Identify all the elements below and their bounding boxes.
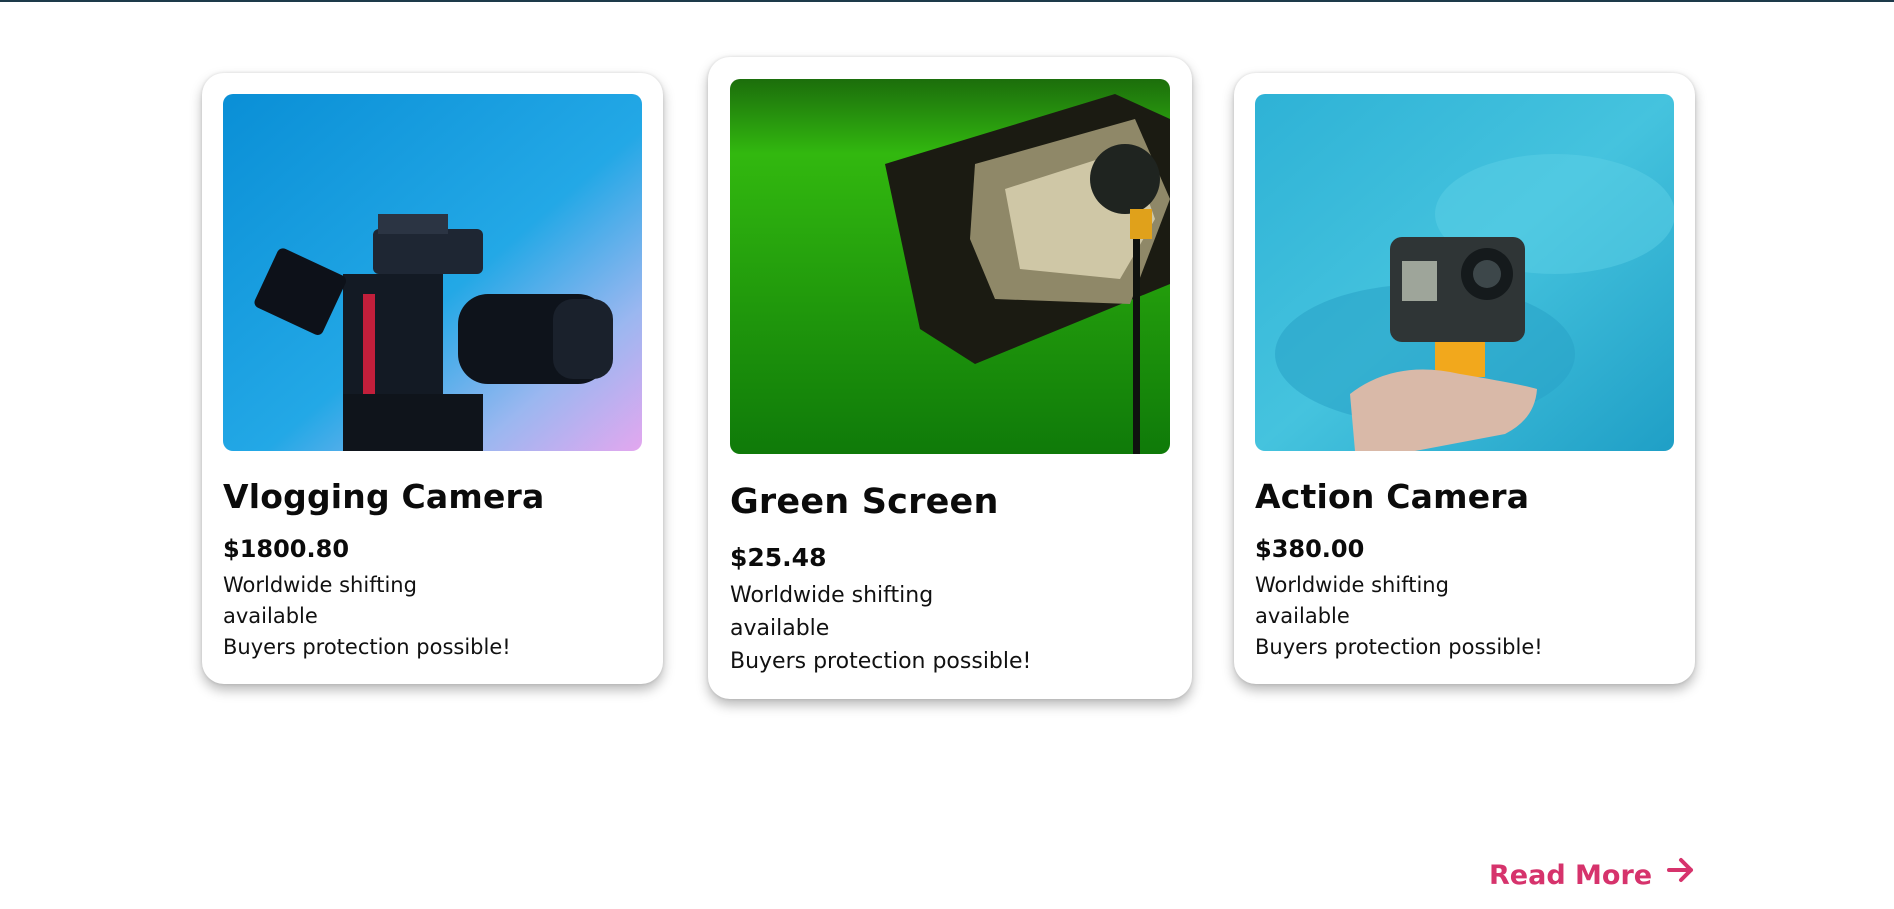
top-border [0,0,1894,2]
description-line: available [223,604,318,628]
product-description: Worldwide shifting available Buyers prot… [1255,570,1555,663]
read-more-label: Read More [1489,860,1653,891]
product-price: $380.00 [1255,535,1365,563]
description-line: Buyers protection possible! [223,635,511,659]
product-image-vlogging-camera [223,94,642,451]
arrow-right-icon [1667,857,1694,882]
product-title: Vlogging Camera [223,477,545,516]
product-image-action-camera [1255,94,1674,451]
product-price: $1800.80 [223,535,350,563]
description-line: available [730,616,830,641]
description-line: Buyers protection possible! [1255,635,1543,659]
product-title: Action Camera [1255,477,1530,516]
product-price: $25.48 [730,543,827,572]
product-description: Worldwide shifting available Buyers prot… [730,579,1050,678]
description-line: Worldwide shifting [223,573,417,597]
product-title: Green Screen [730,482,999,522]
description-line: Worldwide shifting [1255,573,1449,597]
product-image-green-screen [730,79,1170,454]
read-more-link[interactable]: Read More [1489,857,1696,891]
description-line: Buyers protection possible! [730,649,1032,674]
product-description: Worldwide shifting available Buyers prot… [223,570,523,663]
description-line: Worldwide shifting [730,583,934,608]
product-card-action-camera[interactable]: Action Camera $380.00 Worldwide shifting… [1234,73,1695,684]
product-card-vlogging-camera[interactable]: Vlogging Camera $1800.80 Worldwide shift… [202,73,663,684]
description-line: available [1255,604,1350,628]
product-card-green-screen[interactable]: Green Screen $25.48 Worldwide shifting a… [708,57,1192,699]
